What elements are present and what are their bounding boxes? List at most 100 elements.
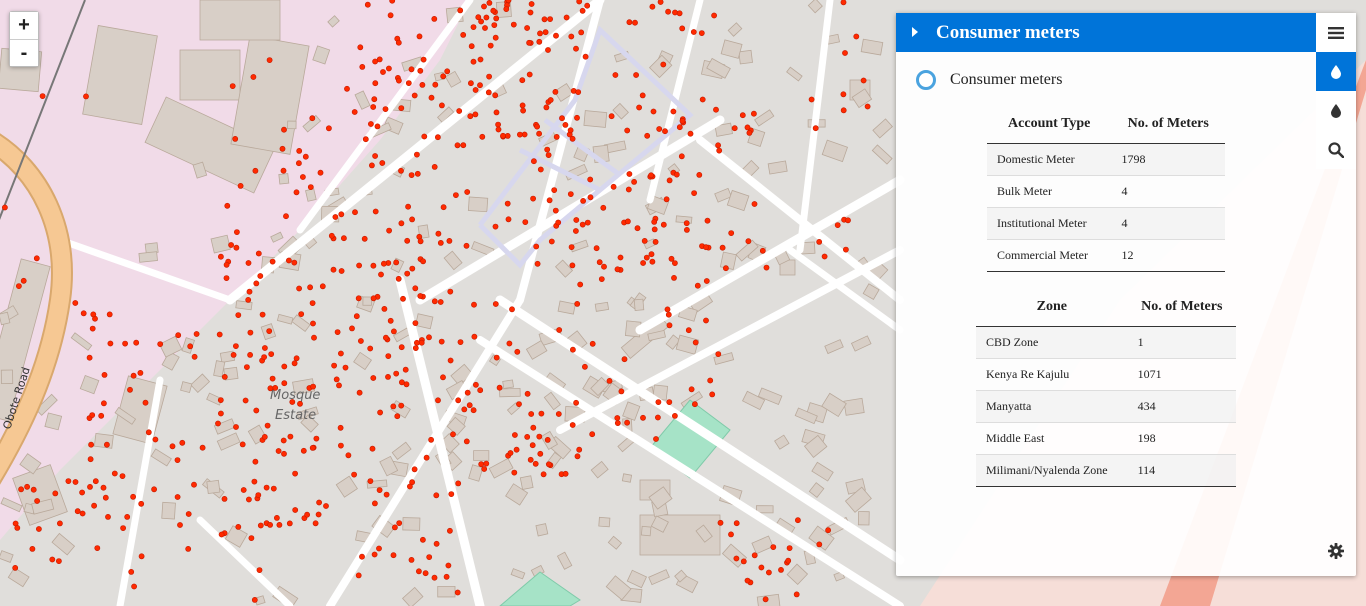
meter-point[interactable] [546, 197, 553, 204]
meter-point[interactable] [419, 82, 426, 88]
meter-point[interactable] [534, 123, 540, 130]
meter-point[interactable] [264, 422, 271, 429]
meter-point[interactable] [576, 0, 583, 5]
meter-point[interactable] [679, 118, 686, 124]
meter-point[interactable] [302, 153, 309, 160]
meter-point[interactable] [562, 470, 569, 477]
meter-point[interactable] [357, 338, 364, 344]
meter-point[interactable] [510, 21, 517, 28]
meter-point[interactable] [174, 494, 181, 500]
meter-point[interactable] [478, 461, 485, 468]
meter-point[interactable] [133, 339, 140, 346]
meter-point[interactable] [299, 174, 306, 180]
meter-point[interactable] [437, 299, 444, 305]
meter-point[interactable] [666, 322, 673, 329]
meter-point[interactable] [382, 334, 389, 341]
meter-point[interactable] [676, 124, 683, 131]
meter-point[interactable] [860, 77, 867, 84]
meter-point[interactable] [495, 126, 502, 133]
meter-point[interactable] [91, 502, 97, 509]
meter-point[interactable] [842, 50, 848, 56]
meter-point[interactable] [544, 436, 551, 443]
meter-point[interactable] [665, 311, 672, 318]
meter-point[interactable] [570, 346, 576, 353]
meter-point[interactable] [266, 328, 273, 334]
meter-point[interactable] [296, 147, 303, 154]
meter-point[interactable] [377, 409, 383, 416]
meter-point[interactable] [598, 276, 605, 282]
meter-point[interactable] [405, 80, 412, 86]
meter-point[interactable] [295, 160, 302, 167]
tab-water-layers[interactable] [1316, 91, 1356, 130]
meter-point[interactable] [660, 61, 667, 68]
meter-point[interactable] [376, 545, 382, 552]
meter-point[interactable] [463, 438, 470, 445]
meter-point[interactable] [404, 270, 411, 277]
meter-point[interactable] [455, 397, 462, 404]
meter-point[interactable] [412, 285, 419, 292]
meter-point[interactable] [548, 238, 555, 245]
meter-point[interactable] [333, 376, 340, 383]
meter-point[interactable] [255, 250, 262, 257]
meter-point[interactable] [298, 311, 305, 317]
meter-point[interactable] [666, 177, 673, 184]
meter-point[interactable] [578, 29, 585, 36]
meter-point[interactable] [524, 390, 531, 397]
meter-point[interactable] [694, 282, 701, 289]
meter-point[interactable] [751, 552, 758, 559]
meter-point[interactable] [464, 189, 471, 195]
meter-point[interactable] [493, 354, 500, 361]
meter-point[interactable] [237, 182, 244, 189]
meter-point[interactable] [506, 340, 513, 347]
meter-point[interactable] [596, 259, 603, 266]
meter-point[interactable] [728, 531, 734, 538]
meter-point[interactable] [223, 275, 230, 281]
meter-point[interactable] [746, 129, 753, 136]
meter-point[interactable] [816, 541, 823, 548]
meter-point[interactable] [332, 214, 339, 220]
meter-point[interactable] [528, 1, 535, 7]
meter-point[interactable] [541, 16, 548, 23]
tab-search[interactable] [1316, 130, 1356, 169]
meter-point[interactable] [412, 345, 419, 351]
meter-point[interactable] [102, 494, 109, 501]
meter-point[interactable] [493, 15, 500, 22]
meter-point[interactable] [408, 66, 415, 73]
meter-point[interactable] [216, 331, 223, 338]
meter-point[interactable] [72, 479, 79, 485]
meter-point[interactable] [786, 545, 793, 551]
meter-point[interactable] [307, 184, 314, 190]
meter-point[interactable] [380, 69, 386, 75]
meter-point[interactable] [253, 280, 260, 287]
meter-point[interactable] [370, 262, 377, 269]
meter-point[interactable] [834, 222, 841, 228]
meter-point[interactable] [415, 568, 422, 575]
meter-point[interactable] [431, 298, 438, 305]
meter-point[interactable] [532, 460, 539, 467]
meter-point[interactable] [463, 242, 470, 249]
meter-point[interactable] [522, 219, 529, 225]
meter-point[interactable] [568, 33, 575, 40]
meter-point[interactable] [411, 92, 418, 99]
meter-point[interactable] [663, 196, 670, 203]
meter-point[interactable] [559, 115, 565, 122]
meter-point[interactable] [83, 93, 89, 100]
meter-point[interactable] [505, 0, 512, 4]
meter-point[interactable] [385, 353, 392, 359]
meter-point[interactable] [2, 204, 8, 211]
meter-point[interactable] [286, 520, 293, 527]
meter-point[interactable] [733, 555, 740, 562]
meter-point[interactable] [687, 130, 694, 137]
meter-point[interactable] [138, 500, 145, 507]
meter-point[interactable] [356, 389, 363, 396]
meter-point[interactable] [49, 556, 56, 563]
meter-point[interactable] [468, 43, 475, 50]
meter-point[interactable] [98, 412, 105, 419]
meter-point[interactable] [816, 238, 823, 245]
meter-point[interactable] [582, 363, 588, 370]
meter-point[interactable] [367, 121, 374, 127]
meter-point[interactable] [316, 499, 322, 506]
meter-point[interactable] [398, 105, 405, 111]
meter-point[interactable] [221, 495, 228, 502]
meter-point[interactable] [79, 510, 86, 517]
